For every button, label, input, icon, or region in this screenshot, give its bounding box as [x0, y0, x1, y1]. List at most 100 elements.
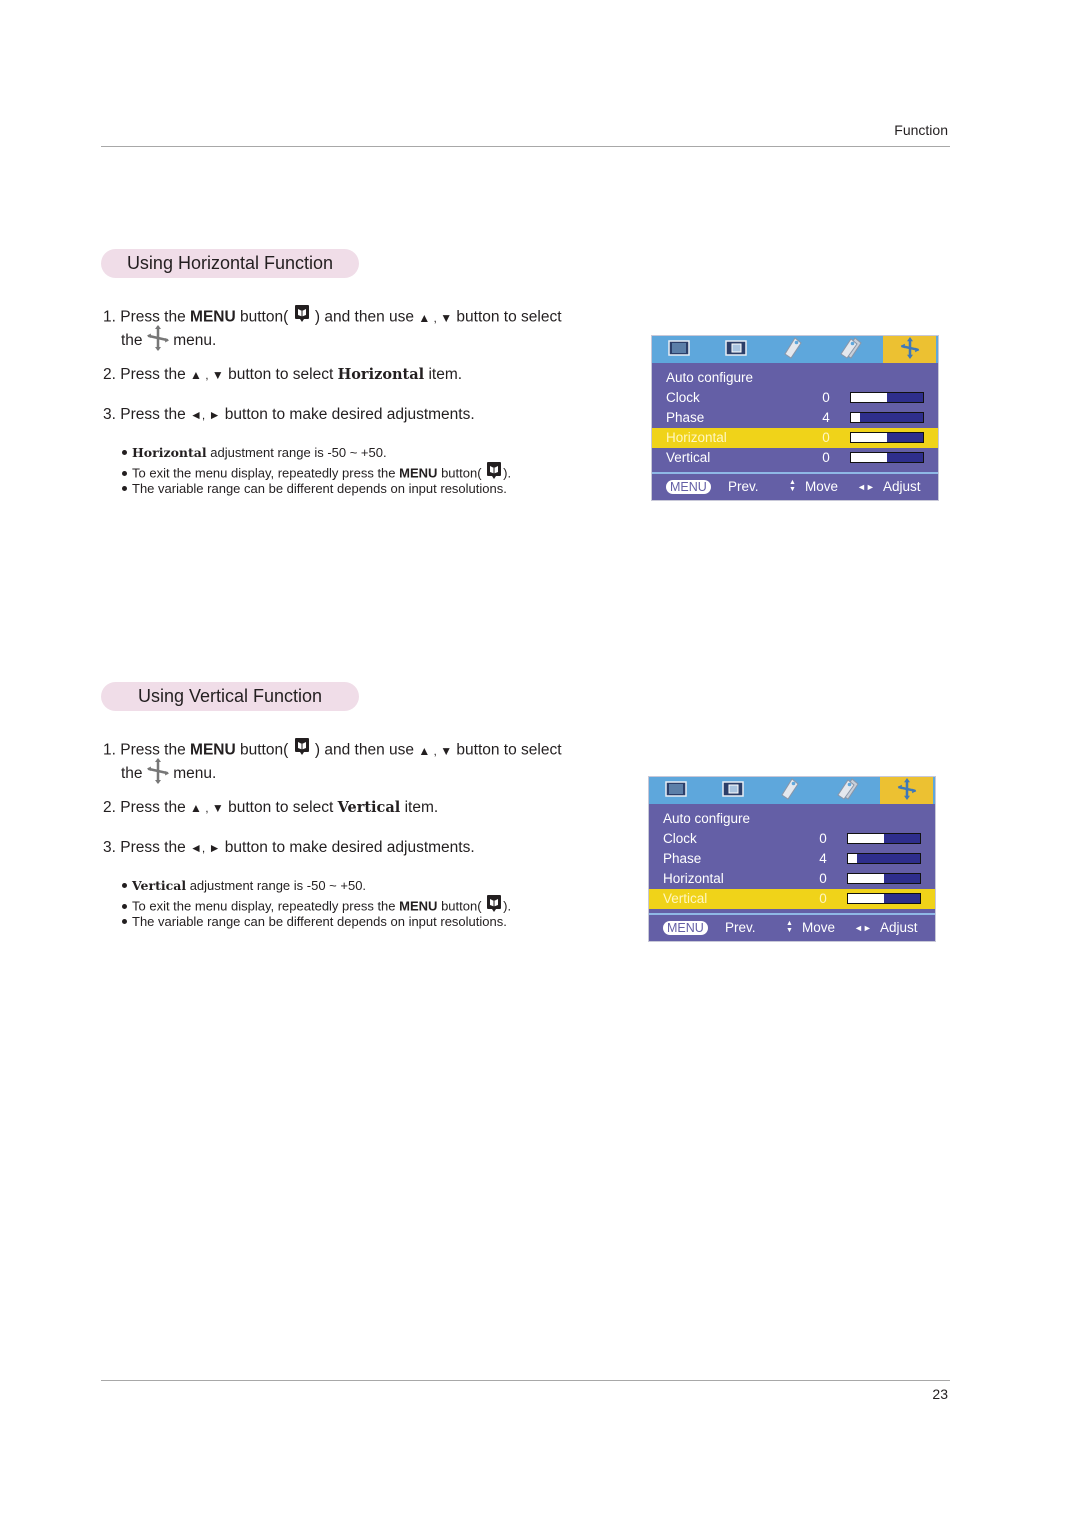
bullet-icon	[122, 903, 127, 909]
item-name: Horizontal	[337, 366, 425, 383]
note-text: To exit the menu display, repeatedly pre…	[132, 898, 396, 914]
step-text: the	[121, 332, 143, 350]
item-name: Horizontal	[132, 445, 207, 460]
osd-adjust-arrows-icon: ◄►	[854, 923, 872, 933]
osd-row-clock: Clock 0	[652, 388, 938, 408]
note-text: ).	[503, 898, 512, 914]
osd-footer-divider	[652, 472, 938, 474]
osd-tab-tag	[766, 336, 819, 363]
osd-row-label: Horizontal	[663, 871, 724, 886]
osd-level-bar-fill	[851, 453, 887, 462]
up-down-arrows-icon: ▲ , ▼	[190, 801, 224, 815]
osd-tab-screen	[709, 336, 762, 363]
picture-icon	[664, 781, 687, 800]
up-down-arrows-icon: ▲ , ▼	[418, 310, 453, 325]
step-text: Press the	[120, 308, 186, 326]
step-text: button to select	[228, 799, 334, 816]
step-text: menu.	[173, 765, 217, 783]
osd-row-label: Clock	[666, 390, 700, 405]
step-number: 3.	[103, 406, 116, 423]
osd-row-label: Horizontal	[666, 430, 727, 445]
osd-row-value: 0	[822, 390, 830, 405]
osd-tab-tags	[821, 777, 874, 804]
osd-level-bar	[847, 873, 921, 884]
osd-tab-tag	[763, 777, 816, 804]
osd-footer: MENU Prev. ▲▼ Move ◄► Adjust	[652, 477, 938, 497]
step-number: 2.	[103, 366, 116, 383]
osd-tab-bar	[652, 336, 938, 363]
step-text: button(	[240, 741, 289, 759]
menu-button-icon	[293, 304, 311, 329]
osd-prev-label: Prev.	[728, 479, 759, 494]
osd-tab-move-cross	[880, 777, 933, 804]
screen-icon	[721, 781, 744, 800]
bullet-icon	[122, 450, 127, 456]
step-text: button to select	[456, 741, 562, 759]
osd-row-label: Clock	[663, 831, 697, 846]
osd-menu-key-badge: MENU	[663, 921, 708, 935]
osd-row-value: 0	[819, 871, 827, 886]
step-text: item.	[428, 366, 463, 383]
osd-footer-divider	[649, 913, 935, 915]
step-text: button to make desired adjustments.	[224, 839, 475, 856]
bullet-icon	[122, 919, 127, 925]
header-divider	[101, 146, 950, 147]
note-text: button(	[441, 465, 482, 481]
osd-level-bar-fill	[848, 894, 884, 903]
step-text: Press the	[120, 839, 186, 856]
osd-row-label: Phase	[663, 851, 702, 866]
section-title-pill: Using Horizontal Function	[101, 249, 359, 278]
bullet-icon	[122, 470, 127, 476]
osd-move-label: Move	[802, 920, 836, 935]
step-text: Press the	[120, 406, 186, 423]
osd-row-label: Phase	[666, 410, 705, 425]
osd-level-bar-fill	[848, 834, 884, 843]
osd-row-auto-configure: Auto configure	[652, 368, 938, 388]
osd-row-value: 4	[819, 851, 827, 866]
osd-level-bar	[847, 833, 921, 844]
step-number: 1.	[103, 741, 116, 759]
note-text: button(	[441, 898, 482, 914]
osd-tab-picture	[649, 777, 702, 804]
step-number: 2.	[103, 799, 116, 816]
osd-tab-move-cross	[883, 336, 936, 363]
section-title: Using Horizontal Function	[126, 253, 334, 273]
osd-row-value: 0	[822, 430, 830, 445]
osd-row-label: Vertical	[663, 891, 708, 906]
note-text: ).	[503, 465, 512, 481]
step-text: button to select	[456, 308, 562, 326]
osd-row-value: 0	[822, 450, 830, 465]
up-down-arrows-icon: ▲ , ▼	[418, 743, 453, 758]
note-text: To exit the menu display, repeatedly pre…	[132, 465, 396, 481]
move-cross-icon	[897, 778, 917, 803]
osd-tab-picture	[652, 336, 705, 363]
note-text: adjustment range is -50 ~ +50.	[210, 445, 387, 460]
step-1-line-2: the menu.	[121, 758, 216, 790]
left-right-arrows-icon: ◄, ►	[190, 408, 221, 422]
osd-row-value: 0	[819, 891, 827, 906]
osd-move-label: Move	[805, 479, 839, 494]
osd-adjust-label: Adjust	[883, 479, 921, 494]
osd-row-clock: Clock 0	[649, 829, 935, 849]
tag-icon	[783, 337, 802, 362]
osd-prev-label: Prev.	[725, 920, 756, 935]
menu-key-label: MENU	[190, 741, 236, 759]
osd-row-horizontal: Horizontal 0	[649, 869, 935, 889]
osd-menu-screenshot: Auto configure Clock 0 Phase 4 Horizontal 0 Ver…	[648, 776, 936, 942]
osd-menu-screenshot: Auto configure Clock 0 Phase 4 Horizontal 0 Ver…	[651, 335, 939, 501]
osd-tab-screen	[706, 777, 759, 804]
page-number: 23	[932, 1386, 948, 1402]
step-text: Press the	[120, 741, 186, 759]
step-text: menu.	[173, 332, 217, 350]
osd-level-bar-fill	[848, 874, 884, 883]
osd-level-bar-fill	[851, 393, 887, 402]
osd-row-horizontal: Horizontal 0	[652, 428, 938, 448]
step-number: 3.	[103, 839, 116, 856]
step-text: ) and then use	[314, 308, 414, 326]
bullet-icon	[122, 883, 127, 889]
picture-icon	[667, 340, 690, 359]
osd-row-label: Auto configure	[666, 370, 754, 385]
osd-level-bar	[850, 392, 924, 403]
tag-icon	[780, 778, 799, 803]
step-text: Press the	[120, 799, 186, 816]
